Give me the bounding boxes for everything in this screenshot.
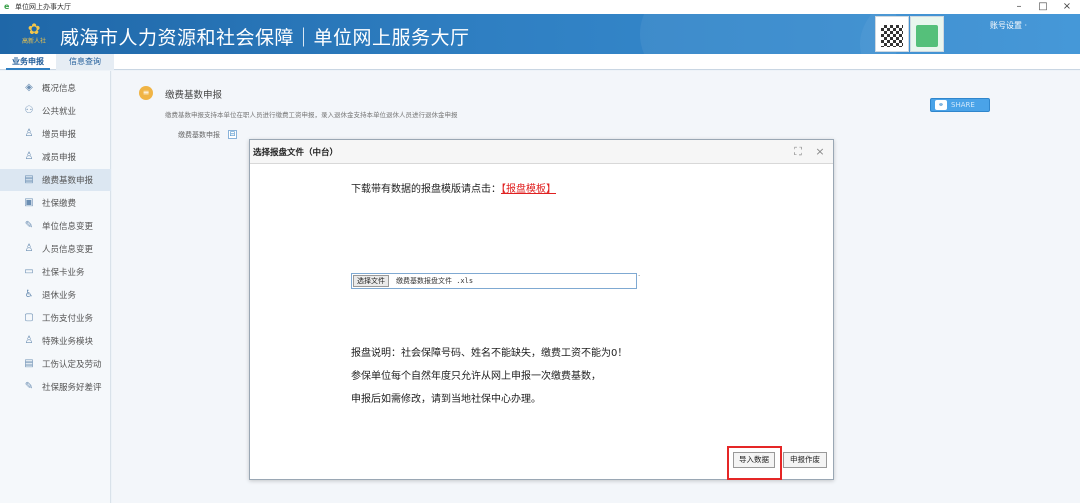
- tab-info-query[interactable]: 信息查询: [56, 54, 114, 70]
- upload-note: 申报后如需修改，请到当地社保中心办理。: [351, 394, 541, 405]
- qr-code-image: [875, 16, 909, 52]
- sidebar-item-label: 工伤支付业务: [42, 314, 94, 324]
- sidebar-item-service-evaluation[interactable]: ✎ 社保服务好差评: [0, 376, 111, 398]
- section-title: 缴费基数申报: [165, 90, 223, 101]
- upload-note: 报盘说明：社会保障号码、姓名不能缺失，缴费工资不能为0！: [351, 348, 628, 359]
- void-declaration-button[interactable]: 申报作废: [783, 452, 827, 468]
- site-title: 威海市人力资源和社会保障｜单位网上服务大厅: [60, 27, 470, 49]
- upload-note: 参保单位每个自然年度只允许从网上申报一次缴费基数，: [351, 371, 601, 382]
- sidebar-item-personnel-info-change[interactable]: ♙ 人员信息变更: [0, 238, 111, 260]
- sidebar-item-reduce-staff[interactable]: ♙ 减员申报: [0, 146, 111, 168]
- user-minus-icon: ♙: [24, 151, 34, 162]
- logo-text: 高新人社: [21, 38, 46, 45]
- tab-business-declaration[interactable]: 业务申报: [6, 54, 50, 70]
- sidebar-item-overview[interactable]: ◈ 概况信息: [0, 77, 111, 99]
- site-logo: ✿ 高新人社: [19, 20, 49, 52]
- sidebar-item-injury-identification[interactable]: ▤ 工伤认定及劳动: [0, 353, 111, 375]
- close-icon[interactable]: ×: [812, 144, 828, 160]
- template-download-link[interactable]: 【报盘模板】: [501, 184, 556, 195]
- edit-icon: ✎: [24, 220, 34, 231]
- logo-mark-icon: ✿: [27, 20, 41, 38]
- sidebar-item-label: 减员申报: [42, 153, 77, 163]
- document-icon: ▤: [24, 174, 34, 185]
- sidebar-item-label: 工伤认定及劳动: [42, 360, 102, 370]
- window-title: 单位网上办事大厅: [15, 3, 71, 11]
- sidebar-item-special-business[interactable]: ♙ 特殊业务模块: [0, 330, 111, 352]
- close-window-button[interactable]: ×: [1058, 0, 1076, 14]
- sidebar-item-label: 增员申报: [42, 130, 77, 140]
- upload-dialog: 选择报盘文件（中台） ⛶ × 下载带有数据的报盘模版请点击：【报盘模板】 选择文…: [249, 139, 834, 480]
- document-icon: ▤: [24, 358, 34, 369]
- wechat-qr-image: [910, 16, 944, 52]
- sidebar-item-injury-payment[interactable]: ▢ 工伤支付业务: [0, 307, 111, 329]
- browser-icon: e: [4, 2, 10, 11]
- user-edit-icon: ♙: [24, 243, 34, 254]
- download-prompt: 下载带有数据的报盘模版请点击：【报盘模板】: [351, 180, 556, 195]
- card-icon: ▭: [24, 266, 34, 277]
- maximize-icon[interactable]: ⛶: [790, 144, 806, 160]
- sidebar-item-label: 社保缴费: [42, 199, 77, 209]
- section-description: 缴费基数申报支持本单位在职人员进行缴费工资申报，录入退休金支持本单位退休人员进行…: [165, 111, 458, 119]
- layers-icon: ◈: [25, 82, 33, 93]
- dialog-title: 选择报盘文件（中台）: [253, 148, 339, 158]
- choose-file-button[interactable]: 选择文件: [353, 275, 389, 287]
- payment-icon: ▣: [24, 197, 34, 208]
- user-star-icon: ♙: [24, 335, 34, 346]
- sidebar-item-label: 退休业务: [42, 291, 77, 301]
- download-prompt-text: 下载带有数据的报盘模版请点击：: [351, 184, 501, 195]
- sidebar-item-public-employment[interactable]: ⚇ 公共就业: [0, 100, 111, 122]
- sidebar-item-social-insurance-payment[interactable]: ▣ 社保缴费: [0, 192, 111, 214]
- field-toggle-icon[interactable]: ⊟: [228, 130, 237, 139]
- sidebar-item-label: 社保卡业务: [42, 268, 85, 278]
- share-button[interactable]: ⚭ SHARE: [930, 98, 990, 112]
- import-data-button[interactable]: 导入数据: [733, 452, 775, 468]
- site-header: ✿ 高新人社 威海市人力资源和社会保障｜单位网上服务大厅 账号设置 ·: [0, 14, 1080, 54]
- window-title-bar: e 单位网上办事大厅 – □ ×: [0, 0, 1080, 14]
- sidebar: ◈ 概况信息 ⚇ 公共就业 ♙ 增员申报 ♙ 减员申报 ▤ 缴费基数申报 ▣ 社…: [0, 71, 111, 503]
- share-icon: ⚭: [935, 100, 947, 110]
- sidebar-item-label: 单位信息变更: [42, 222, 94, 232]
- required-marker: ·: [638, 272, 641, 280]
- sidebar-item-social-card[interactable]: ▭ 社保卡业务: [0, 261, 111, 283]
- sidebar-item-retirement[interactable]: ♿ 退休业务: [0, 284, 111, 306]
- sidebar-item-label: 特殊业务模块: [42, 337, 94, 347]
- sidebar-item-unit-info-change[interactable]: ✎ 单位信息变更: [0, 215, 111, 237]
- sidebar-item-payment-base[interactable]: ▤ 缴费基数申报: [0, 169, 111, 191]
- sidebar-item-label: 概况信息: [42, 84, 77, 94]
- briefcase-icon: ▢: [24, 312, 34, 323]
- minimize-button[interactable]: –: [1010, 0, 1028, 14]
- field-label: 缴费基数申报: [178, 131, 220, 139]
- account-settings-link[interactable]: 账号设置 ·: [990, 20, 1027, 31]
- sidebar-item-label: 社保服务好差评: [42, 383, 102, 393]
- retire-icon: ♿: [24, 289, 34, 300]
- sidebar-item-label: 公共就业: [42, 107, 77, 117]
- people-icon: ⚇: [24, 105, 34, 116]
- file-input[interactable]: 选择文件 缴费基数报盘文件 .xls: [351, 273, 637, 289]
- share-button-label: SHARE: [951, 101, 975, 109]
- edit-icon: ✎: [24, 381, 34, 392]
- top-tab-bar: 业务申报 信息查询: [0, 54, 1080, 70]
- section-icon: ≡: [139, 86, 153, 100]
- sidebar-item-label: 人员信息变更: [42, 245, 94, 255]
- user-add-icon: ♙: [24, 128, 34, 139]
- sidebar-item-label: 缴费基数申报: [42, 176, 94, 186]
- selected-file-name: 缴费基数报盘文件 .xls: [396, 277, 474, 285]
- maximize-button[interactable]: □: [1034, 0, 1052, 14]
- sidebar-item-add-staff[interactable]: ♙ 增员申报: [0, 123, 111, 145]
- dialog-header: 选择报盘文件（中台） ⛶ ×: [250, 140, 833, 164]
